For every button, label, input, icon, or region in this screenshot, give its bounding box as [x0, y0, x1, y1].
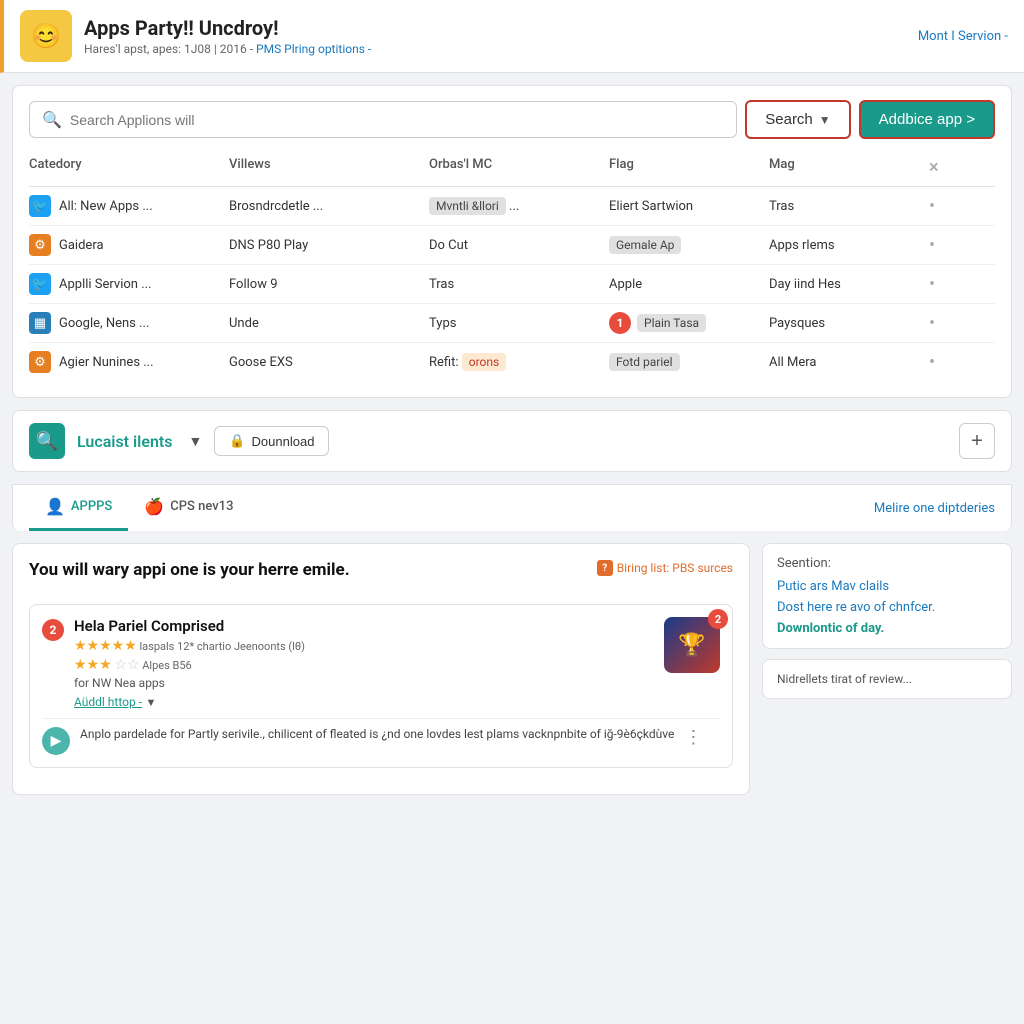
sidebar-link-2[interactable]: Dost here re avo of chnfcer. [777, 600, 997, 615]
app-title: Apps Party!! Uncdroy! [84, 16, 371, 40]
badge-number: 1 [609, 312, 631, 334]
col-views: Villews [229, 157, 429, 178]
star-icons-gray: ☆☆ [114, 657, 139, 673]
sidebar-link-3[interactable]: Downlontic of day. [777, 621, 997, 636]
app-sub-meta: for NW Nea apps [74, 676, 305, 690]
table-row: ⚙ Agier Nunines ... Goose EXS Refit: oro… [29, 343, 995, 381]
col-flag: Flag [609, 157, 769, 178]
biring-link[interactable]: ? Biring list: PBS surces [597, 560, 733, 576]
app-tag-row: Aüddl httop - ▼ [74, 694, 305, 710]
thumb-icon: 🏆 [678, 633, 705, 658]
sidebar-card-preview: Nidrellets tirat of review... [762, 659, 1012, 699]
app-card-header: 2 Hela Pariel Comprised ★★★★★ laspals 12… [42, 617, 720, 710]
more-categories-link[interactable]: Melire one diptderies [874, 501, 995, 516]
avatar: 😊 [20, 10, 72, 62]
orange-icon: ⚙ [29, 234, 51, 256]
download-button[interactable]: 🔒 Dounnload [214, 426, 329, 456]
search-section: 🔍 Search ▼ Addbice app > Catedory Villew… [12, 85, 1012, 398]
app-subtitle: Hares'l apst, apes: 1J08 | 2016 - PMS Pl… [84, 42, 371, 56]
search-bar-row: 🔍 Search ▼ Addbice app > [29, 100, 995, 139]
pms-link[interactable]: PMS Plring optitions - [256, 42, 371, 56]
twitter-icon: 🐦 [29, 195, 51, 217]
app-card: 2 Hela Pariel Comprised ★★★★★ laspals 12… [29, 604, 733, 768]
filter-title[interactable]: Lucaist ilents [77, 432, 173, 451]
sidebar-preview-text: Nidrellets tirat of review... [777, 672, 997, 686]
person-icon: 👤 [45, 497, 65, 516]
dot-icon: • [929, 235, 959, 256]
category-cell: ⚙ Gaidera [29, 234, 229, 256]
content-title-row: You will wary appi one is your herre emi… [29, 560, 733, 592]
add-app-button[interactable]: Addbice app > [859, 100, 995, 139]
col-mag: Mag [769, 157, 929, 178]
app-thumb-wrap: 🏆 2 [664, 617, 720, 673]
apple-icon: 🍎 [144, 497, 164, 516]
star-icons: ★★★★★ [74, 638, 137, 654]
table-row: ▦ Google, Nens ... Unde Typs 1 Plain Tas… [29, 304, 995, 343]
header-left: 😊 Apps Party!! Uncdroy! Hares'l apst, ap… [20, 10, 371, 62]
user-service-link[interactable]: Mont I Servion - [918, 29, 1008, 44]
dot-icon: • [929, 196, 959, 217]
tab-cps[interactable]: 🍎 CPS nev13 [128, 485, 249, 531]
app-header: 😊 Apps Party!! Uncdroy! Hares'l apst, ap… [0, 0, 1024, 73]
table-row: ⚙ Gaidera DNS P80 Play Do Cut Gemale Ap … [29, 226, 995, 265]
grid-icon: ▦ [29, 312, 51, 334]
app-rating-row: ★★★★★ laspals 12* chartio Jeenoonts (lθ) [74, 638, 305, 654]
chevron-down-icon: ▼ [189, 433, 203, 450]
filter-search-icon: 🔍 [29, 423, 65, 459]
lock-icon: 🔒 [229, 433, 245, 449]
search-dropdown-button[interactable]: Search ▼ [745, 100, 850, 139]
header-info: Apps Party!! Uncdroy! Hares'l apst, apes… [84, 16, 371, 56]
more-options-button[interactable]: ⋮ [684, 727, 702, 748]
search-results-table: Catedory Villews Orbas'l MC Flag Mag × 🐦… [29, 153, 995, 381]
search-icon: 🔍 [42, 110, 62, 129]
page-title: You will wary appi one is your herre emi… [29, 560, 350, 580]
app-card-left: 2 Hela Pariel Comprised ★★★★★ laspals 12… [42, 617, 305, 710]
app-name: Hela Pariel Comprised [74, 617, 305, 635]
app-tag-link[interactable]: Aüddl httop - [74, 695, 142, 709]
table-row: 🐦 Applli Servion ... Follow 9 Tras Apple… [29, 265, 995, 304]
search-input[interactable] [70, 112, 724, 128]
search-input-wrap: 🔍 [29, 101, 737, 138]
category-cell: ▦ Google, Nens ... [29, 312, 229, 334]
filter-bar: 🔍 Lucaist ilents ▼ 🔒 Dounnload + [12, 410, 1012, 472]
chevron-icon: ▼ [146, 696, 157, 709]
dot-icon: • [929, 274, 959, 295]
add-button[interactable]: + [959, 423, 995, 459]
tabs-left: 👤 APPPS 🍎 CPS nev13 [29, 485, 249, 531]
tabs-bar: 👤 APPPS 🍎 CPS nev13 Melire one diptderie… [12, 484, 1012, 531]
dot-icon: • [929, 313, 959, 334]
twitter-icon: 🐦 [29, 273, 51, 295]
sidebar-link-1[interactable]: Putic ars Mav clails [777, 579, 997, 594]
sidebar-card-main: Seention: Putic ars Mav clails Dost here… [762, 543, 1012, 649]
app-thumbnail: 🏆 2 [664, 617, 720, 673]
app-description-row: ▶ Anplo pardelade for Partly serivile., … [42, 718, 720, 755]
info-icon: ? [597, 560, 613, 576]
filter-left: 🔍 Lucaist ilents ▼ 🔒 Dounnload [29, 423, 329, 459]
app-badge: 2 [42, 619, 64, 641]
app-rating2-row: ★★★ ☆☆ Alpes B56 [74, 657, 305, 673]
star-icons-2: ★★★ [74, 657, 112, 673]
app-description: Anplo pardelade for Partly serivile., ch… [80, 727, 674, 741]
close-icon[interactable]: × [929, 157, 959, 178]
content-left: You will wary appi one is your herre emi… [12, 543, 750, 795]
col-category: Catedory [29, 157, 229, 178]
dot-icon: • [929, 352, 959, 373]
sidebar-title: Seention: [777, 556, 997, 571]
category-cell: 🐦 Applli Servion ... [29, 273, 229, 295]
sidebar: Seention: Putic ars Mav clails Dost here… [762, 543, 1012, 795]
category-cell: 🐦 All: New Apps ... [29, 195, 229, 217]
orange-icon: ⚙ [29, 351, 51, 373]
app-info: Hela Pariel Comprised ★★★★★ laspals 12* … [74, 617, 305, 710]
play-icon: ▶ [42, 727, 70, 755]
chevron-down-icon: ▼ [819, 113, 831, 127]
category-cell: ⚙ Agier Nunines ... [29, 351, 229, 373]
col-mc: Orbas'l MC [429, 157, 609, 178]
main-content: You will wary appi one is your herre emi… [12, 543, 1012, 795]
table-header: Catedory Villews Orbas'l MC Flag Mag × [29, 153, 995, 187]
table-row: 🐦 All: New Apps ... Brosndrcdetle ... Mv… [29, 187, 995, 226]
tab-appps[interactable]: 👤 APPPS [29, 485, 128, 531]
thumb-badge: 2 [708, 609, 728, 629]
